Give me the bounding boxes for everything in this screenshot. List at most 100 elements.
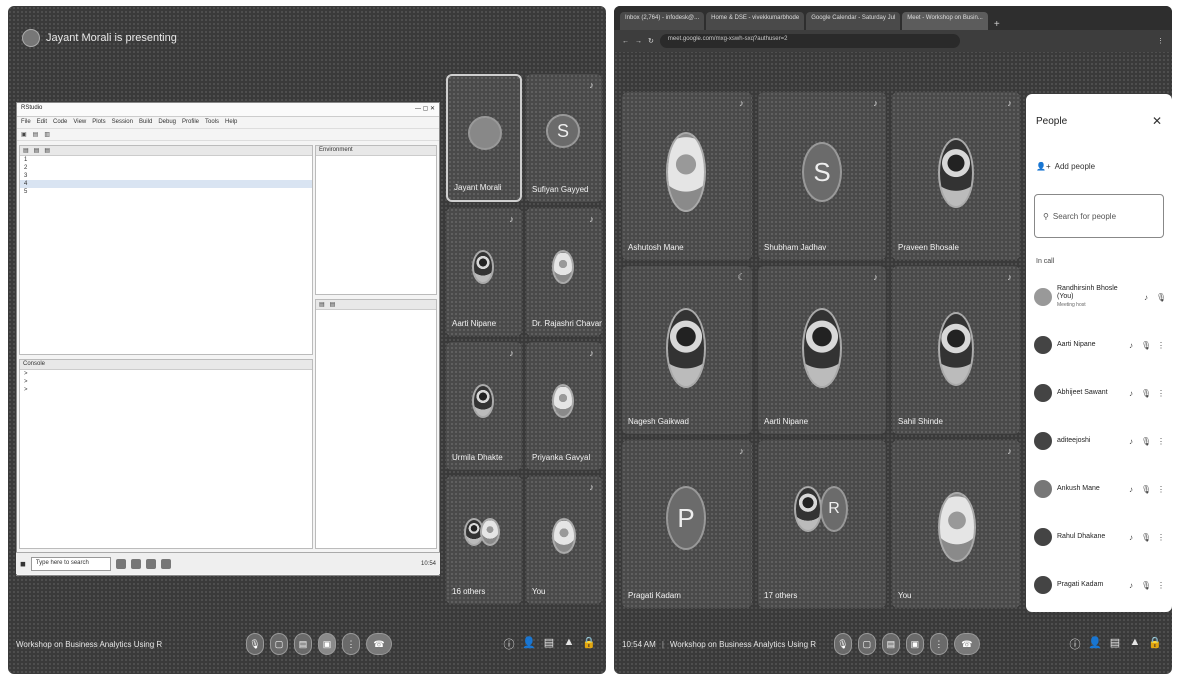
people-list-item[interactable]: Pragati Kadam ♪ 🎙 ⋮ bbox=[1034, 570, 1166, 600]
more-options-icon[interactable]: ⋮ bbox=[1156, 341, 1166, 350]
participant-tile[interactable]: ♪ P Pragati Kadam bbox=[622, 440, 752, 608]
start-icon[interactable]: ◼ bbox=[20, 560, 26, 568]
back-icon[interactable]: ← bbox=[622, 38, 629, 45]
others-tile[interactable]: R 17 others bbox=[758, 440, 886, 608]
more-options-button[interactable]: ⋮ bbox=[342, 633, 360, 655]
people-list-item[interactable]: Abhijeet Sawant ♪ 🎙 ⋮ bbox=[1034, 378, 1166, 408]
shared-rstudio-window[interactable]: RStudio — ▢ ✕ File Edit Code View Plots … bbox=[16, 102, 440, 576]
menu-tools[interactable]: Tools bbox=[205, 119, 219, 126]
console-tabs[interactable]: Console bbox=[20, 360, 312, 370]
participant-tile[interactable]: ♪ Praveen Bhosale bbox=[892, 92, 1020, 260]
present-button[interactable]: ▣ bbox=[905, 633, 924, 655]
participant-tile[interactable]: ♪ S Shubham Jadhav bbox=[758, 92, 886, 260]
participant-tile[interactable]: ♪ Urmila Dhakte bbox=[446, 342, 522, 470]
mic-off-icon[interactable]: ♪ bbox=[1126, 581, 1136, 590]
info-icon[interactable]: ⓘ bbox=[1068, 636, 1082, 652]
chat-icon[interactable]: ▤ bbox=[542, 636, 556, 652]
participant-tile[interactable]: ♪ Priyanka Gavyal bbox=[526, 342, 602, 470]
people-list-item[interactable]: Ankush Mane ♪ 🎙 ⋮ bbox=[1034, 474, 1166, 504]
environment-pane[interactable]: Environment bbox=[315, 145, 437, 295]
host-controls-icon[interactable]: 🔒 bbox=[1148, 636, 1162, 652]
captions-button[interactable]: ▤ bbox=[294, 633, 312, 655]
self-tile[interactable]: ♪ You bbox=[892, 440, 1020, 608]
mic-icon[interactable]: 🎙 bbox=[1141, 389, 1151, 398]
mic-off-icon[interactable]: ♪ bbox=[1141, 293, 1151, 302]
taskbar-search[interactable]: Type here to search bbox=[30, 556, 111, 571]
menu-code[interactable]: Code bbox=[53, 119, 67, 126]
console-pane[interactable]: Console > > > bbox=[19, 359, 313, 549]
mic-icon[interactable]: 🎙 bbox=[1156, 293, 1166, 302]
url-field[interactable]: meet.google.com/mxg-xswh-sxq?authuser=2 bbox=[659, 34, 960, 48]
menu-profile[interactable]: Profile bbox=[182, 119, 199, 126]
people-icon[interactable]: 👤 bbox=[1088, 636, 1102, 652]
browser-tab[interactable]: Home & DSE - vivekkumarbhode bbox=[706, 12, 805, 30]
close-icon[interactable]: ✕ bbox=[1152, 114, 1162, 128]
more-options-button[interactable]: ⋮ bbox=[929, 633, 948, 655]
more-options-icon[interactable]: ⋮ bbox=[1156, 533, 1166, 542]
taskbar-app-icon[interactable] bbox=[130, 558, 141, 569]
leave-call-button[interactable]: ☎ bbox=[953, 633, 980, 655]
self-tile[interactable]: ♪ You bbox=[526, 476, 602, 604]
console-tab-label[interactable]: Console bbox=[23, 361, 45, 368]
people-list-item[interactable]: aditeejoshi ♪ 🎙 ⋮ bbox=[1034, 426, 1166, 456]
more-options-icon[interactable]: ⋮ bbox=[1156, 485, 1166, 494]
mic-icon[interactable]: 🎙 bbox=[1141, 485, 1151, 494]
taskbar-app-icon[interactable] bbox=[160, 558, 171, 569]
browser-tab[interactable]: Google Calendar - Saturday Jul bbox=[806, 12, 901, 30]
new-tab-icon[interactable]: + bbox=[990, 19, 1004, 30]
more-options-icon[interactable]: ⋮ bbox=[1156, 389, 1166, 398]
source-tabs[interactable]: ▤ ▤ ▤ bbox=[20, 146, 312, 156]
participant-tile[interactable]: ♪ Aarti Nipane bbox=[446, 208, 522, 336]
menu-debug[interactable]: Debug bbox=[158, 119, 176, 126]
activities-icon[interactable]: ▲ bbox=[562, 636, 576, 652]
mic-icon[interactable]: 🎙 bbox=[1141, 341, 1151, 350]
browser-tab[interactable]: Inbox (2,764) - infodesk@... bbox=[620, 12, 705, 30]
toolbar-new-icon[interactable]: ▣ bbox=[21, 131, 27, 138]
people-list-item[interactable]: Aarti Nipane ♪ 🎙 ⋮ bbox=[1034, 330, 1166, 360]
taskbar-app-icon[interactable] bbox=[145, 558, 156, 569]
toolbar-save-icon[interactable]: ▥ bbox=[44, 131, 50, 138]
activities-icon[interactable]: ▲ bbox=[1128, 636, 1142, 652]
taskbar-app-icon[interactable] bbox=[115, 558, 126, 569]
people-search-input[interactable]: ⚲ Search for people bbox=[1034, 194, 1164, 238]
menu-file[interactable]: File bbox=[21, 119, 31, 126]
mic-icon[interactable]: 🎙 bbox=[1141, 437, 1151, 446]
present-button[interactable]: ▣ bbox=[318, 633, 336, 655]
menu-help[interactable]: Help bbox=[225, 119, 237, 126]
menu-plots[interactable]: Plots bbox=[92, 119, 105, 126]
forward-icon[interactable]: → bbox=[635, 38, 642, 45]
info-icon[interactable]: ⓘ bbox=[502, 636, 516, 652]
env-tab-label[interactable]: Environment bbox=[319, 147, 353, 154]
people-list-item[interactable]: Rahul Dhakane ♪ 🎙 ⋮ bbox=[1034, 522, 1166, 552]
toolbar-open-icon[interactable]: ▤ bbox=[33, 131, 39, 138]
mic-icon[interactable]: 🎙 bbox=[1141, 581, 1151, 590]
camera-toggle-button[interactable]: ▢ bbox=[270, 633, 288, 655]
people-icon[interactable]: 👤 bbox=[522, 636, 536, 652]
mic-off-icon[interactable]: ♪ bbox=[1126, 341, 1136, 350]
files-tabs[interactable]: ▤ ▤ bbox=[316, 300, 436, 310]
chat-icon[interactable]: ▤ bbox=[1108, 636, 1122, 652]
source-pane[interactable]: ▤ ▤ ▤ 1 2 3 4 5 bbox=[19, 145, 313, 355]
participant-tile[interactable]: ♪ S Sufiyan Gayyed bbox=[526, 74, 602, 202]
leave-call-button[interactable]: ☎ bbox=[366, 633, 392, 655]
reload-icon[interactable]: ↻ bbox=[648, 37, 654, 45]
more-options-icon[interactable]: ⋮ bbox=[1156, 581, 1166, 590]
participant-tile[interactable]: ♪ Sahil Shinde bbox=[892, 266, 1020, 434]
mic-icon[interactable]: 🎙 bbox=[1141, 533, 1151, 542]
menu-session[interactable]: Session bbox=[112, 119, 133, 126]
camera-toggle-button[interactable]: ▢ bbox=[857, 633, 876, 655]
host-controls-icon[interactable]: 🔒 bbox=[582, 636, 596, 652]
mic-off-icon[interactable]: ♪ bbox=[1126, 389, 1136, 398]
mic-off-icon[interactable]: ♪ bbox=[1126, 533, 1136, 542]
mic-off-icon[interactable]: ♪ bbox=[1126, 437, 1136, 446]
menu-view[interactable]: View bbox=[73, 119, 86, 126]
env-tabs[interactable]: Environment bbox=[316, 146, 436, 156]
menu-edit[interactable]: Edit bbox=[37, 119, 47, 126]
browser-tab-active[interactable]: Meet - Workshop on Busin... bbox=[902, 12, 988, 30]
participant-tile[interactable]: ♪ Aarti Nipane bbox=[758, 266, 886, 434]
more-options-icon[interactable]: ⋮ bbox=[1156, 437, 1166, 446]
people-list-item[interactable]: Randhirsinh Bhosle (You) Meeting host ♪ 🎙 bbox=[1034, 282, 1166, 312]
mic-off-icon[interactable]: ♪ bbox=[1126, 485, 1136, 494]
participant-tile[interactable]: ♪ Dr. Rajashri Chavan bbox=[526, 208, 602, 336]
window-controls-icon[interactable]: — ▢ ✕ bbox=[415, 105, 435, 114]
